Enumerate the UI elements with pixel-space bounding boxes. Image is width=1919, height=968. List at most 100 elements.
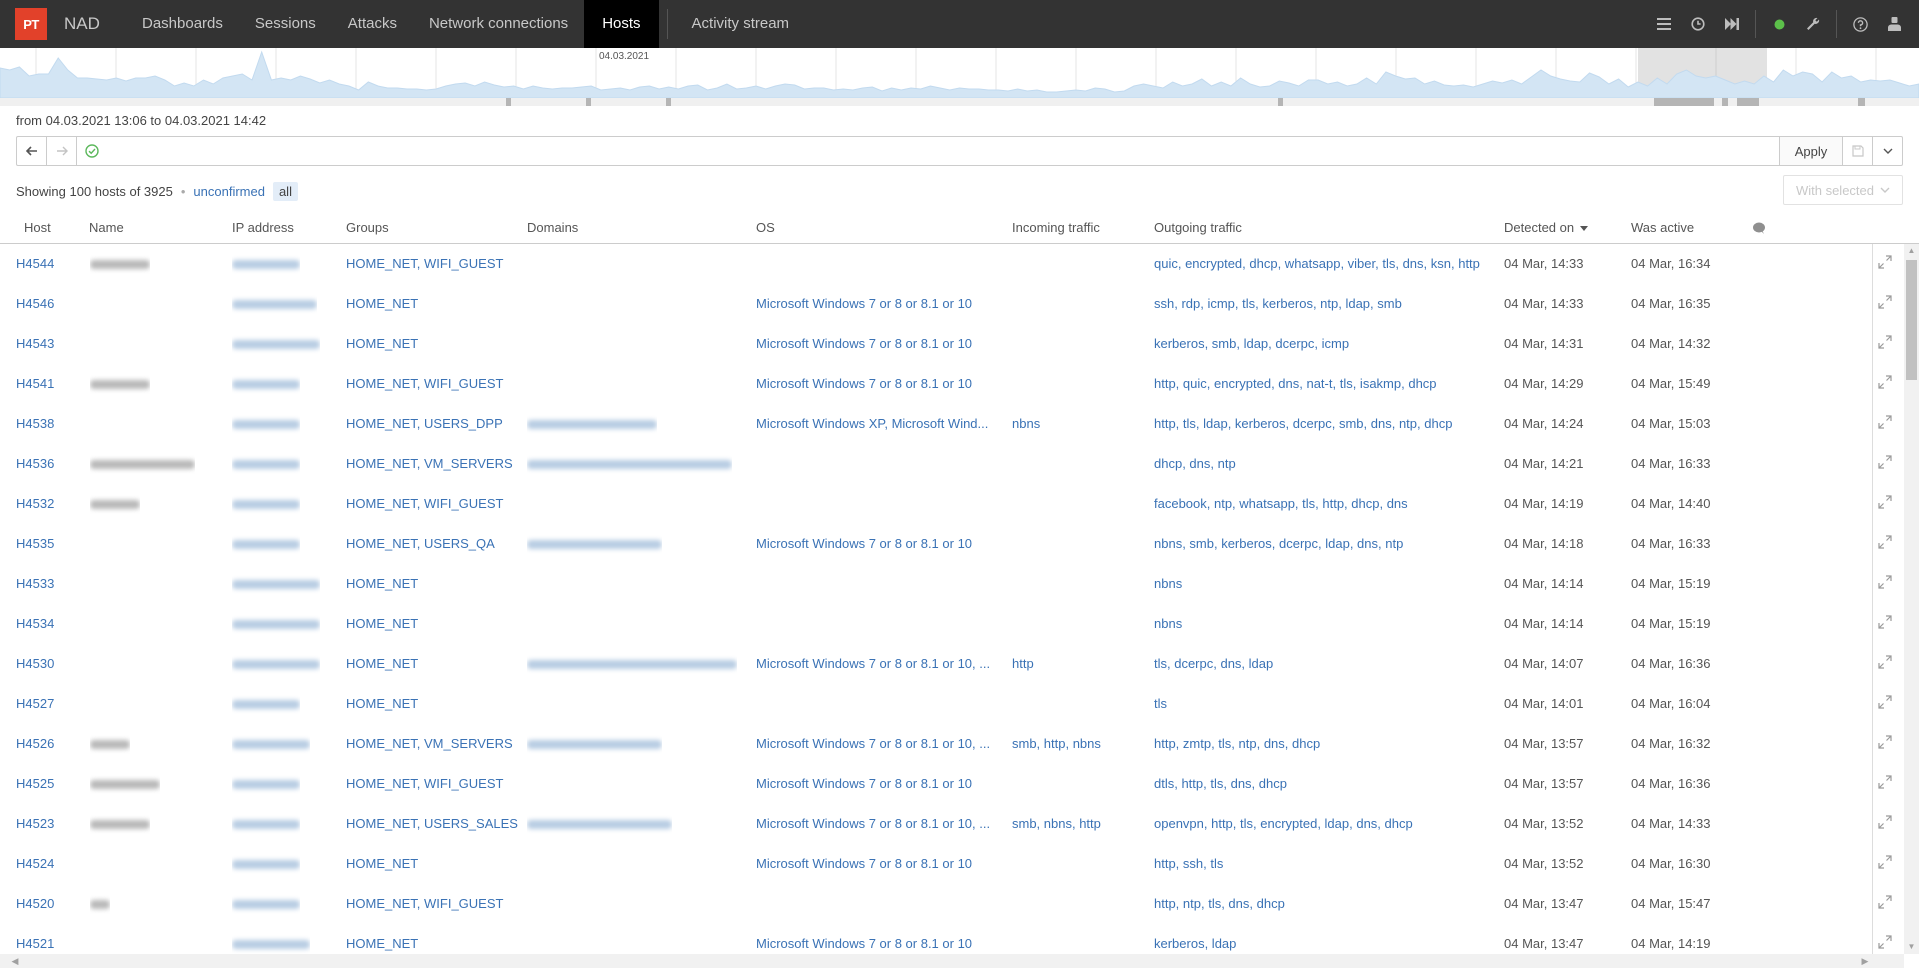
cell-os[interactable]: Microsoft Windows 7 or 8 or 8.1 or 10 bbox=[756, 284, 992, 324]
cell-ip-redacted[interactable] bbox=[232, 564, 320, 604]
cell-host[interactable]: H4524 bbox=[16, 844, 76, 884]
cell-outgoing-traffic[interactable]: nbns bbox=[1154, 564, 1499, 604]
cell-incoming-traffic[interactable]: http bbox=[1012, 644, 1147, 684]
skip-forward-icon[interactable] bbox=[1715, 0, 1749, 48]
user-icon[interactable] bbox=[1877, 0, 1911, 48]
help-icon[interactable] bbox=[1843, 0, 1877, 48]
cell-outgoing-traffic[interactable]: tls, dcerpc, dns, ldap bbox=[1154, 644, 1499, 684]
cell-outgoing-traffic[interactable]: http, ssh, tls bbox=[1154, 844, 1499, 884]
scroll-up-arrow[interactable]: ▲ bbox=[1904, 244, 1919, 258]
table-row[interactable]: H4525 HOME_NET, WIFI_GUEST Microsoft Windo… bbox=[0, 764, 1872, 804]
expand-row-icon[interactable] bbox=[1878, 535, 1896, 553]
menu-icon[interactable] bbox=[1647, 0, 1681, 48]
cell-domains-redacted[interactable] bbox=[527, 644, 737, 684]
cell-outgoing-traffic[interactable]: dhcp, dns, ntp bbox=[1154, 444, 1499, 484]
cell-groups[interactable]: HOME_NET, WIFI_GUEST bbox=[346, 484, 521, 524]
cell-outgoing-traffic[interactable]: dtls, http, tls, dns, dhcp bbox=[1154, 764, 1499, 804]
cell-host[interactable]: H4534 bbox=[16, 604, 76, 644]
with-selected-dropdown[interactable]: With selected bbox=[1783, 175, 1903, 205]
cell-ip-redacted[interactable] bbox=[232, 484, 300, 524]
cell-host[interactable]: H4546 bbox=[16, 284, 76, 324]
expand-row-icon[interactable] bbox=[1878, 455, 1896, 473]
column-header-groups[interactable]: Groups bbox=[346, 213, 389, 243]
column-header-name[interactable]: Name bbox=[89, 213, 124, 243]
column-header-host[interactable]: Host bbox=[24, 213, 51, 243]
expand-row-icon[interactable] bbox=[1878, 775, 1896, 793]
nav-network-connections[interactable]: Network connections bbox=[413, 0, 584, 48]
nav-activity-stream[interactable]: Activity stream bbox=[676, 0, 806, 48]
table-row[interactable]: H4523 HOME_NET, USERS_SALES Microsoft Wind… bbox=[0, 804, 1872, 844]
cell-ip-redacted[interactable] bbox=[232, 604, 320, 644]
cell-ip-redacted[interactable] bbox=[232, 524, 300, 564]
cell-os[interactable]: Microsoft Windows 7 or 8 or 8.1 or 10, .… bbox=[756, 804, 992, 844]
cell-outgoing-traffic[interactable]: http, ntp, tls, dns, dhcp bbox=[1154, 884, 1499, 924]
scroll-right-arrow[interactable]: ▶ bbox=[1858, 954, 1872, 968]
table-row[interactable]: H4544 HOME_NET, WIFI_GUEST quic, encrypted… bbox=[0, 244, 1872, 284]
cell-domains-redacted[interactable] bbox=[527, 404, 657, 444]
cell-groups[interactable]: HOME_NET, VM_SERVERS bbox=[346, 724, 521, 764]
cell-os[interactable]: Microsoft Windows XP, Microsoft Wind... bbox=[756, 404, 992, 444]
cell-domains-redacted[interactable] bbox=[527, 804, 672, 844]
table-row[interactable]: H4524 HOME_NET Microsoft Windows 7 or 8 or… bbox=[0, 844, 1872, 884]
column-header-os[interactable]: OS bbox=[756, 213, 775, 243]
cell-domains-redacted[interactable] bbox=[527, 524, 662, 564]
filter-all-chip[interactable]: all bbox=[272, 182, 298, 201]
expand-row-icon[interactable] bbox=[1878, 895, 1896, 913]
nav-hosts[interactable]: Hosts bbox=[584, 0, 659, 48]
clock-icon[interactable] bbox=[1681, 0, 1715, 48]
cell-incoming-traffic[interactable]: nbns bbox=[1012, 404, 1147, 444]
column-header-domains[interactable]: Domains bbox=[527, 213, 578, 243]
filter-unconfirmed-link[interactable]: unconfirmed bbox=[193, 184, 265, 199]
expand-row-icon[interactable] bbox=[1878, 255, 1896, 273]
expand-row-icon[interactable] bbox=[1878, 375, 1896, 393]
cell-host[interactable]: H4543 bbox=[16, 324, 76, 364]
filter-dropdown-button[interactable] bbox=[1872, 137, 1902, 165]
cell-incoming-traffic[interactable]: smb, nbns, http bbox=[1012, 804, 1147, 844]
cell-ip-redacted[interactable] bbox=[232, 804, 300, 844]
expand-row-icon[interactable] bbox=[1878, 335, 1896, 353]
cell-ip-redacted[interactable] bbox=[232, 884, 300, 924]
cell-groups[interactable]: HOME_NET, VM_SERVERS bbox=[346, 444, 521, 484]
cell-groups[interactable]: HOME_NET bbox=[346, 644, 521, 684]
cell-host[interactable]: H4536 bbox=[16, 444, 76, 484]
expand-row-icon[interactable] bbox=[1878, 655, 1896, 673]
cell-os[interactable]: Microsoft Windows 7 or 8 or 8.1 or 10, .… bbox=[756, 644, 992, 684]
cell-outgoing-traffic[interactable]: ssh, rdp, icmp, tls, kerberos, ntp, ldap… bbox=[1154, 284, 1499, 324]
cell-groups[interactable]: HOME_NET bbox=[346, 324, 521, 364]
table-row[interactable]: H4538 HOME_NET, USERS_DPP Microsoft Window… bbox=[0, 404, 1872, 444]
forward-button[interactable] bbox=[47, 137, 77, 165]
cell-outgoing-traffic[interactable]: quic, encrypted, dhcp, whatsapp, viber, … bbox=[1154, 244, 1499, 284]
cell-ip-redacted[interactable] bbox=[232, 364, 300, 404]
vertical-scrollbar[interactable]: ▲ ▼ bbox=[1904, 244, 1919, 954]
cell-ip-redacted[interactable] bbox=[232, 244, 300, 284]
table-row[interactable]: H4532 HOME_NET, WIFI_GUEST facebook, ntp, … bbox=[0, 484, 1872, 524]
cell-incoming-traffic[interactable]: smb, http, nbns bbox=[1012, 724, 1147, 764]
cell-groups[interactable]: HOME_NET, USERS_SALES bbox=[346, 804, 521, 844]
table-row[interactable]: H4534 HOME_NET nbns 04 Mar, 14:14 04 Mar, 15… bbox=[0, 604, 1872, 644]
cell-groups[interactable]: HOME_NET, USERS_DPP bbox=[346, 404, 521, 444]
column-header-outgoing[interactable]: Outgoing traffic bbox=[1154, 213, 1242, 243]
cell-os[interactable]: Microsoft Windows 7 or 8 or 8.1 or 10 bbox=[756, 844, 992, 884]
table-row[interactable]: H4530 HOME_NET Microsoft Windows 7 or 8 or… bbox=[0, 644, 1872, 684]
column-header-was-active[interactable]: Was active bbox=[1631, 213, 1694, 243]
cell-groups[interactable]: HOME_NET bbox=[346, 604, 521, 644]
column-header-comments[interactable] bbox=[1752, 213, 1766, 243]
expand-row-icon[interactable] bbox=[1878, 615, 1896, 633]
pt-logo[interactable]: PT bbox=[15, 8, 47, 40]
expand-row-icon[interactable] bbox=[1878, 295, 1896, 313]
cell-ip-redacted[interactable] bbox=[232, 404, 300, 444]
cell-groups[interactable]: HOME_NET bbox=[346, 844, 521, 884]
cell-host[interactable]: H4533 bbox=[16, 564, 76, 604]
expand-row-icon[interactable] bbox=[1878, 575, 1896, 593]
cell-os[interactable]: Microsoft Windows 7 or 8 or 8.1 or 10, .… bbox=[756, 724, 992, 764]
cell-host[interactable]: H4525 bbox=[16, 764, 76, 804]
cell-groups[interactable]: HOME_NET bbox=[346, 924, 521, 954]
cell-host[interactable]: H4535 bbox=[16, 524, 76, 564]
table-row[interactable]: H4541 HOME_NET, WIFI_GUEST Microsoft Windo… bbox=[0, 364, 1872, 404]
cell-groups[interactable]: HOME_NET, USERS_QA bbox=[346, 524, 521, 564]
cell-groups[interactable]: HOME_NET, WIFI_GUEST bbox=[346, 364, 521, 404]
wrench-icon[interactable] bbox=[1796, 0, 1830, 48]
timeline-chart[interactable]: 04.03.2021 bbox=[0, 48, 1919, 106]
column-header-incoming[interactable]: Incoming traffic bbox=[1012, 213, 1100, 243]
expand-row-icon[interactable] bbox=[1878, 815, 1896, 833]
